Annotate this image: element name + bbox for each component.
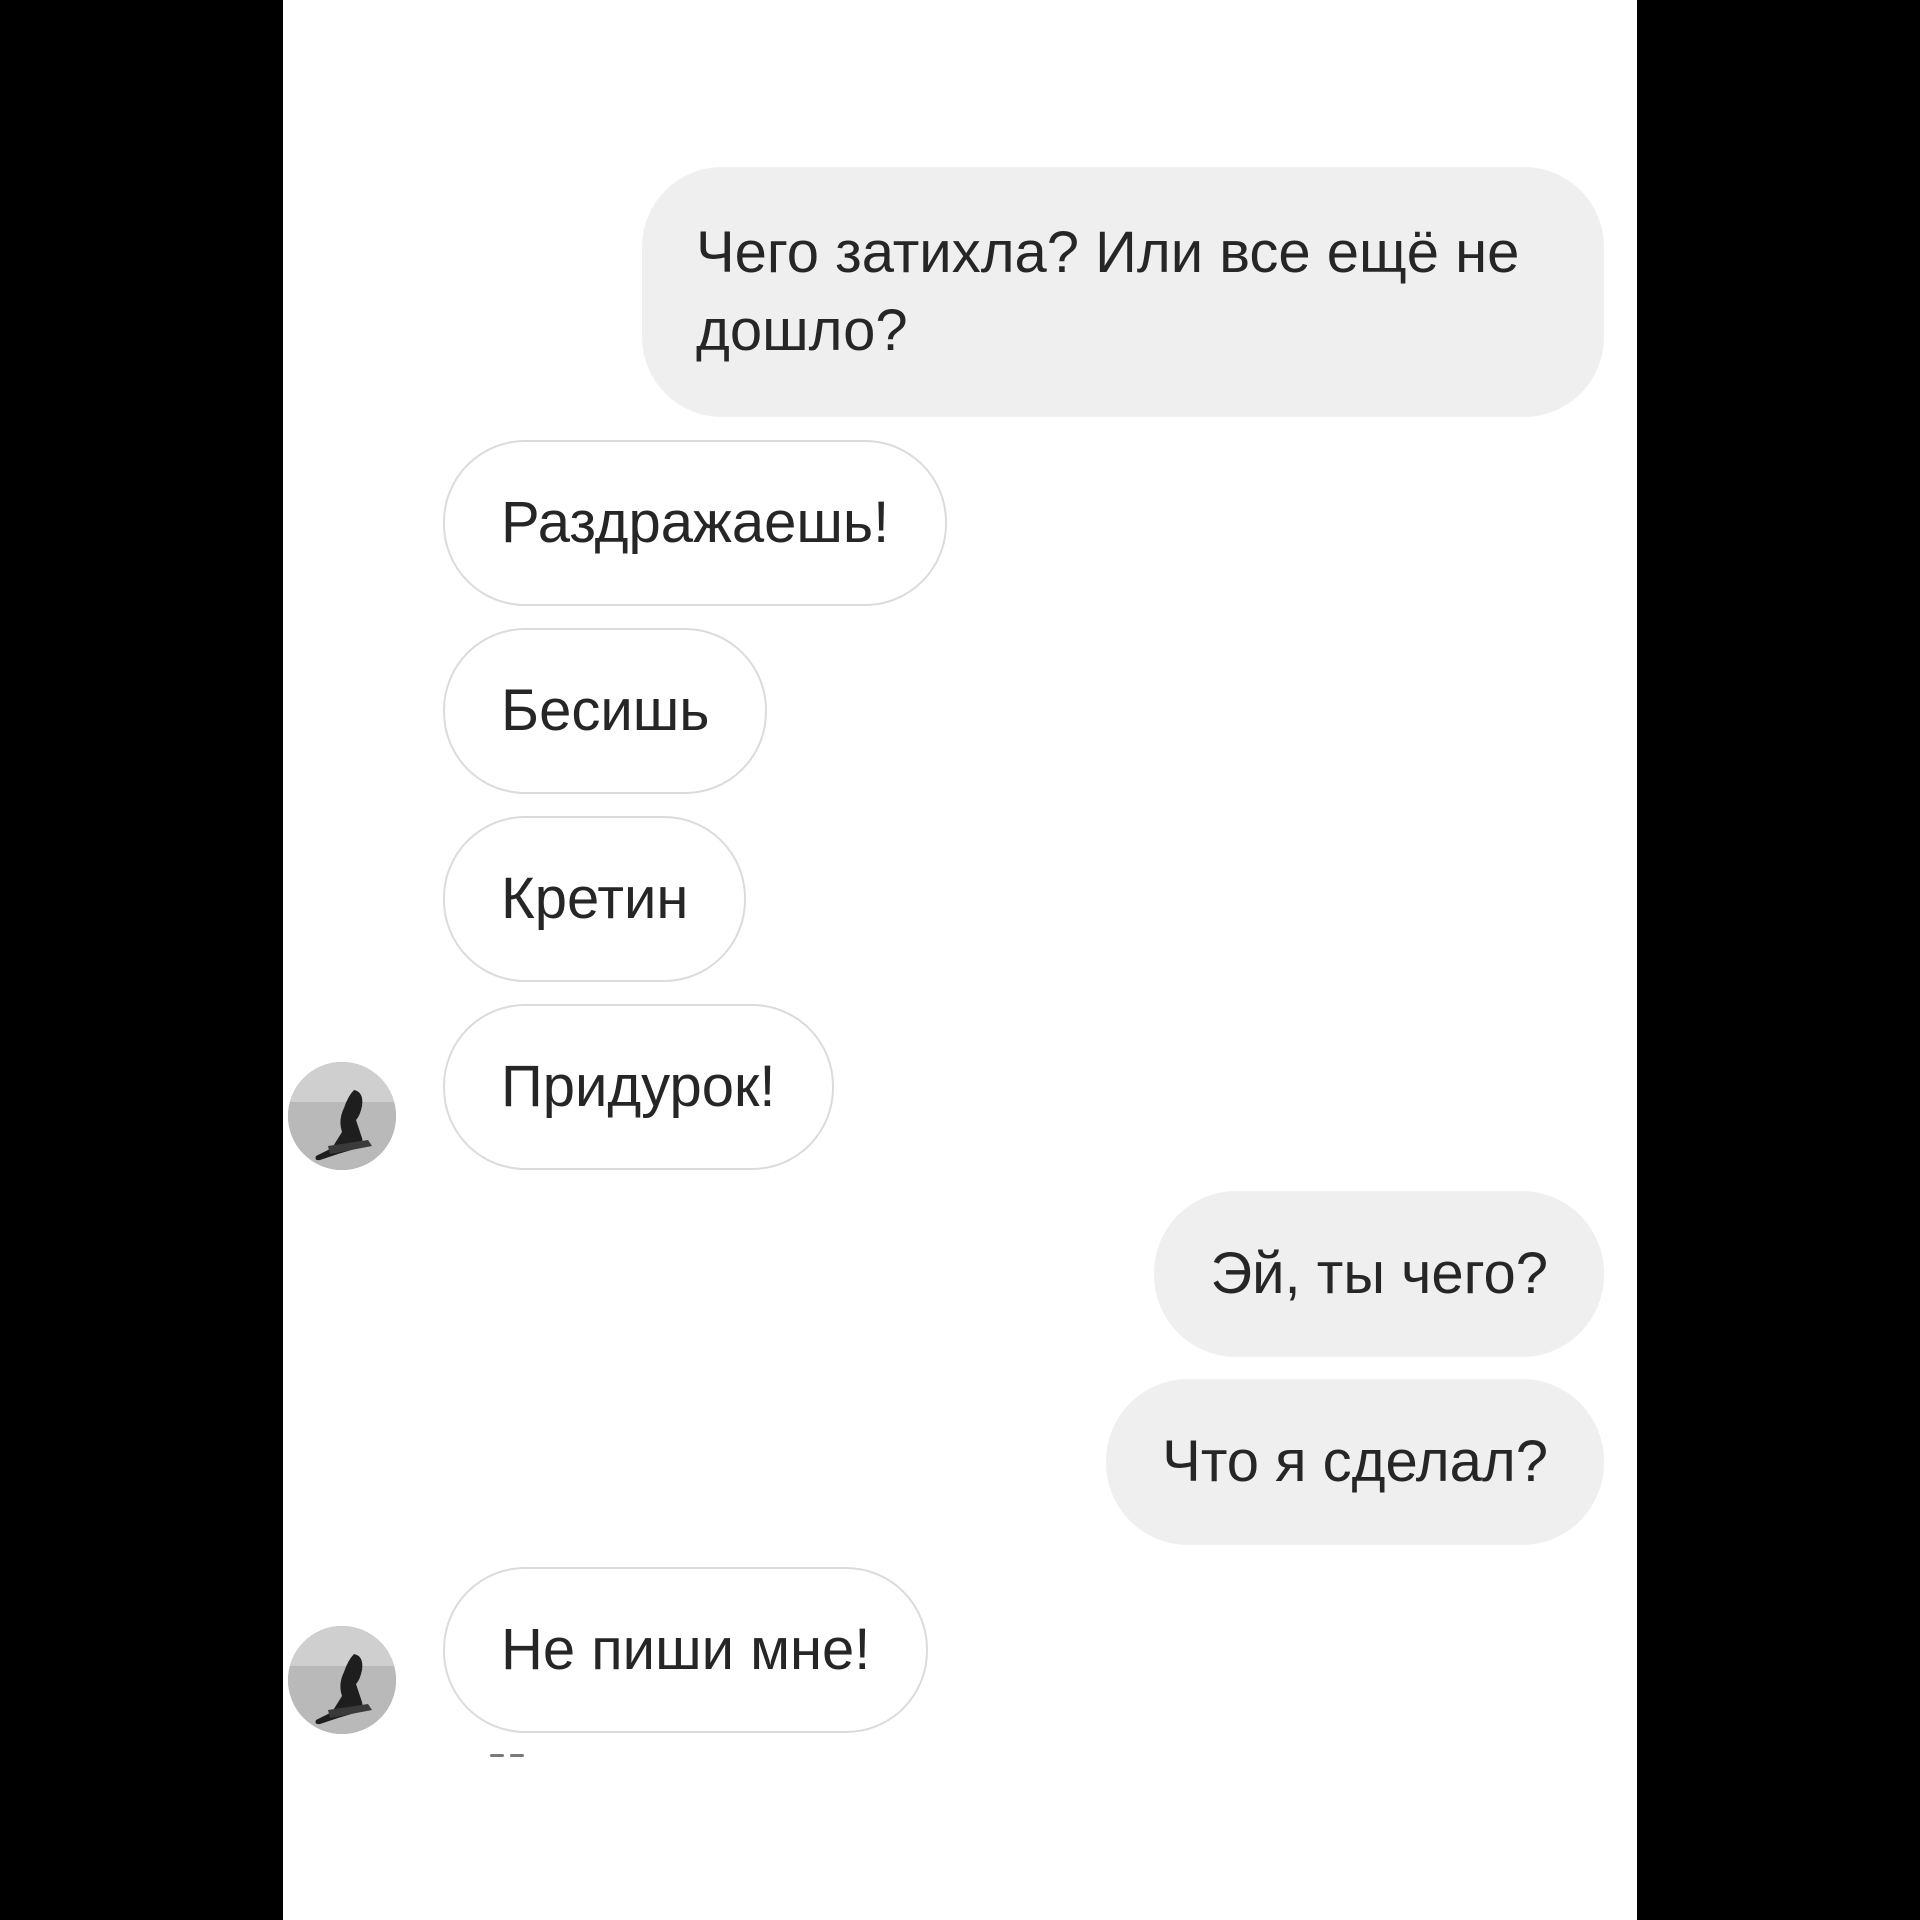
contact-avatar[interactable] <box>288 1062 396 1170</box>
message-text: Не пиши мне! <box>501 1617 871 1682</box>
avatar-photo-icon <box>288 1062 396 1170</box>
video-frame: Чего затихла? Или все ещё не дошло? Разд… <box>0 0 1920 1920</box>
incoming-message-1[interactable]: Раздражаешь! <box>443 440 948 606</box>
incoming-message-4[interactable]: Придурок! <box>443 1004 834 1170</box>
message-text: Раздражаешь! <box>501 490 890 555</box>
message-text: Кретин <box>501 866 689 931</box>
incoming-message-2[interactable]: Бесишь <box>443 628 768 794</box>
message-text: Эй, ты чего? <box>1210 1241 1548 1306</box>
avatar-photo-icon <box>288 1626 396 1734</box>
message-text: Что я сделал? <box>1162 1429 1548 1494</box>
outgoing-message-3[interactable]: Что я сделал? <box>1106 1379 1604 1545</box>
message-text: Чего затихла? Или все ещё не дошло? <box>696 220 1520 363</box>
outgoing-message-2[interactable]: Эй, ты чего? <box>1154 1191 1604 1357</box>
message-text: Бесишь <box>501 678 710 743</box>
chat-thread[interactable]: Чего затихла? Или все ещё не дошло? Разд… <box>283 0 1637 1920</box>
outgoing-message-1[interactable]: Чего затихла? Или все ещё не дошло? <box>642 167 1604 417</box>
cut-off-indicator-icon <box>490 1754 526 1758</box>
incoming-message-5[interactable]: Не пиши мне! <box>443 1567 929 1733</box>
message-text: Придурок! <box>501 1054 776 1119</box>
contact-avatar[interactable] <box>288 1626 396 1734</box>
incoming-message-3[interactable]: Кретин <box>443 816 747 982</box>
